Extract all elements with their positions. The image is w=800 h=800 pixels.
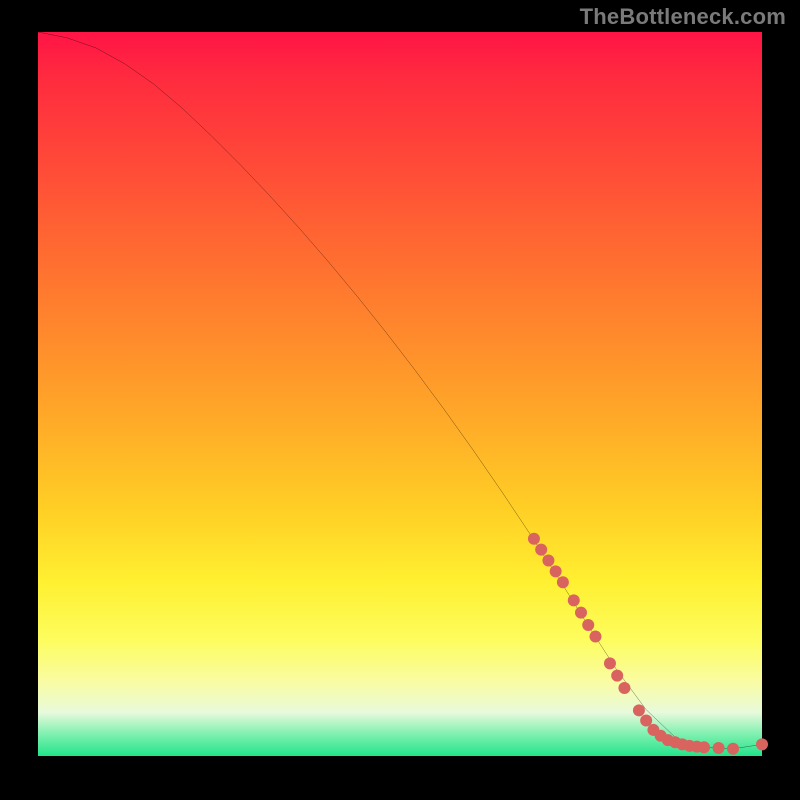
marker-point — [604, 657, 616, 669]
marker-point — [640, 715, 652, 727]
marker-point — [727, 743, 739, 755]
marker-point — [698, 741, 710, 753]
chart-frame: TheBottleneck.com — [0, 0, 800, 800]
marker-point — [633, 704, 645, 716]
marker-layer — [528, 533, 768, 755]
marker-point — [568, 594, 580, 606]
marker-point — [713, 742, 725, 754]
marker-point — [589, 631, 601, 643]
bottleneck-curve — [38, 32, 762, 749]
marker-point — [618, 682, 630, 694]
marker-point — [756, 738, 768, 750]
chart-svg — [38, 32, 762, 756]
curve-layer — [38, 32, 762, 749]
marker-point — [542, 555, 554, 567]
marker-point — [528, 533, 540, 545]
marker-point — [575, 607, 587, 619]
marker-point — [550, 565, 562, 577]
marker-point — [582, 619, 594, 631]
marker-point — [611, 670, 623, 682]
plot-area — [38, 32, 762, 756]
marker-point — [557, 576, 569, 588]
marker-point — [535, 544, 547, 556]
watermark-text: TheBottleneck.com — [580, 4, 786, 30]
